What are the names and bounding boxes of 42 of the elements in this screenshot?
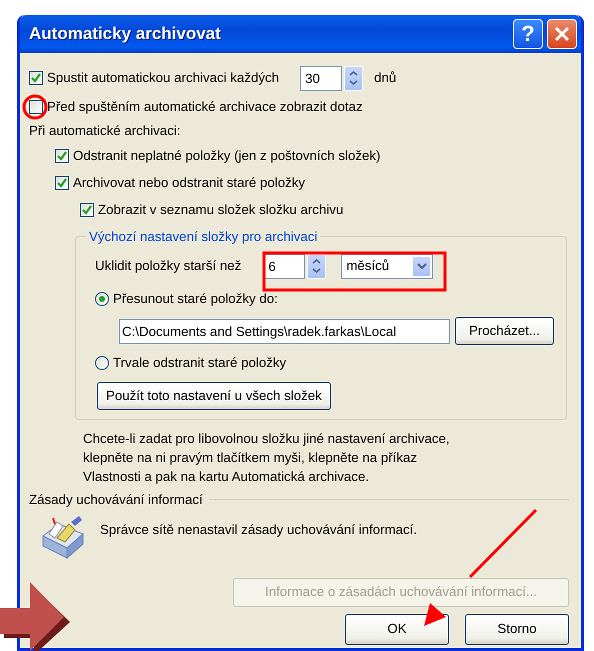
- unit-dropdown[interactable]: měsíců: [341, 254, 434, 278]
- info-message: Správce sítě nenastavil zásady uchovávání informací.: [100, 520, 418, 539]
- spin-button[interactable]: [307, 254, 326, 278]
- checkbox[interactable]: [55, 176, 69, 190]
- close-button[interactable]: [547, 19, 577, 49]
- checkbox-label: Spustit automatickou archivaci každých: [47, 69, 280, 88]
- checkbox[interactable]: [80, 202, 94, 216]
- help-text: Chcete-li zadat pro libovolnou složku jiné nastavení archivace, klepněte na ni pravým tlačítkem myši, klepněte na příkaz Vlastnosti a pak na kartu Automatická archivace.: [83, 430, 451, 486]
- dropdown-button[interactable]: [412, 256, 432, 276]
- checkbox[interactable]: [29, 71, 43, 85]
- annotation-circle: [22, 94, 48, 120]
- unit-label: dnů: [374, 69, 396, 88]
- caret-up-icon: [312, 258, 322, 264]
- window-title: Automaticky archivovat: [29, 23, 222, 46]
- radio-label: Trvale odstranit staré položky: [113, 354, 286, 372]
- checkbox-label: Archivovat nebo odstranit staré položky: [73, 174, 306, 192]
- section-title: Zásady uchovávání informací: [29, 490, 203, 509]
- checkbox-label: Před spuštěním automatické archivace zobrazit dotaz: [47, 98, 363, 116]
- checkbox-label: Zobrazit v seznamu složek složku archivu: [98, 200, 344, 219]
- spin-button[interactable]: [344, 66, 364, 90]
- field-label: Uklidit položky starší než: [95, 257, 242, 276]
- days-field[interactable]: 30: [300, 66, 342, 90]
- radio-button[interactable]: [95, 356, 109, 370]
- checkbox[interactable]: [29, 100, 43, 114]
- apply-button[interactable]: Použít toto nastavení u všech složek: [97, 382, 331, 410]
- chevron-down-icon: [416, 263, 427, 269]
- dropdown-value: měsíců: [346, 257, 390, 276]
- section-label: Při automatické archivaci:: [29, 122, 180, 140]
- caret-down-icon: [312, 268, 322, 274]
- cancel-button[interactable]: Storno: [465, 614, 569, 645]
- radio-label: Přesunout staré položky do:: [113, 290, 278, 308]
- checkbox-label: Odstranit neplatné položky (jen z poštovních složek): [73, 146, 380, 165]
- caret-down-icon: [349, 80, 358, 86]
- caret-up-icon: [349, 70, 358, 76]
- radio-button[interactable]: [95, 292, 109, 306]
- browse-button[interactable]: Procházet...: [454, 317, 554, 345]
- block-arrow: [0, 582, 70, 651]
- help-button[interactable]: ?: [513, 19, 543, 49]
- path-field[interactable]: C:\Documents and Settings\radek.farkas\Local: [119, 318, 450, 344]
- close-icon: [554, 26, 570, 42]
- checkbox[interactable]: [55, 148, 69, 162]
- ok-button[interactable]: OK: [345, 614, 449, 645]
